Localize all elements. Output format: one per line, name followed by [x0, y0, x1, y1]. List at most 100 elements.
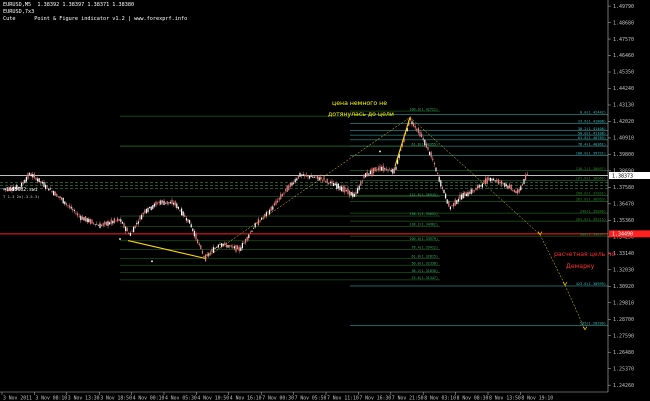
candle-body: [184, 215, 186, 217]
candle-body: [309, 175, 311, 179]
candle-body: [176, 203, 178, 208]
price-tick-label: 1.39800: [613, 152, 634, 158]
candle-body: [73, 210, 75, 212]
candle-body: [325, 180, 327, 182]
marker-dot: [151, 260, 153, 263]
price-chart[interactable]: 0.0(1.42442)23.6(1.41808)38.2(1.41408)50…: [0, 0, 650, 401]
candle-body: [126, 228, 128, 232]
candle-body: [285, 189, 287, 191]
fib-level-label: 261.8(1.36953): [576, 198, 606, 202]
time-tick-label: 3 Nov 08:10: [35, 396, 67, 401]
candle-body: [189, 219, 191, 224]
candle-body: [149, 206, 151, 208]
candle-body: [515, 191, 517, 193]
candle-body: [157, 203, 159, 205]
price-tick-label: 1.32030: [613, 267, 634, 273]
candle-body: [142, 212, 144, 215]
candle-body: [294, 179, 296, 183]
candle-body: [462, 192, 464, 199]
candle-body: [70, 206, 72, 209]
mid-fib-label: 100.0(1.33979): [409, 237, 438, 241]
mid-fib-label: 100.0(1.42721): [409, 107, 438, 111]
candle-body: [443, 189, 445, 194]
price-tick-label: 1.48680: [613, 20, 634, 26]
candle-body: [257, 219, 259, 226]
candle-body: [43, 182, 45, 187]
candle-body: [491, 178, 493, 181]
candle-body: [245, 239, 247, 243]
candle-body: [331, 181, 333, 184]
candle-body: [472, 189, 474, 193]
candle-body: [373, 167, 375, 173]
candle-body: [501, 180, 503, 185]
time-tick-label: 7 Nov 11:10: [327, 396, 359, 401]
candle-body: [115, 220, 117, 222]
candle-body: [278, 197, 280, 200]
candle-body: [136, 223, 138, 225]
candle-body: [40, 181, 42, 183]
candle-body: [505, 184, 507, 187]
price-tick-label: 1.35360: [613, 218, 634, 224]
fib-level-label: 61.8(1.40785): [578, 136, 606, 140]
candle-body: [198, 243, 200, 245]
candle-body: [302, 174, 304, 176]
candle-body: [341, 186, 343, 192]
annotation-top-line2: дотянулась до цели: [328, 111, 394, 118]
candle-body: [121, 222, 123, 224]
chart-window[interactable]: EURUSD,M5 1.38392 1.38397 1.38371 1.3838…: [0, 0, 650, 401]
candle-body: [275, 200, 277, 205]
marker-dot: [119, 238, 121, 240]
candle-body: [518, 188, 520, 193]
candle-body: [366, 171, 368, 177]
candle-body: [437, 172, 439, 174]
time-tick-label: 4 Nov 10:50: [197, 396, 229, 401]
candle-body: [177, 206, 179, 209]
candle-body: [53, 190, 55, 196]
projection-line-up: [204, 117, 411, 259]
candle-body: [69, 205, 71, 208]
candle-body: [433, 163, 435, 165]
candle-body: [350, 191, 352, 196]
candle-body: [57, 196, 59, 197]
candle-body: [377, 167, 379, 170]
candle-body: [485, 178, 487, 185]
annotation-right-line2: Демарку: [566, 263, 595, 270]
candle-body: [155, 201, 157, 206]
candle-body: [251, 230, 253, 232]
candle-body: [288, 185, 290, 190]
candle-body: [305, 174, 307, 177]
time-tick-label: 7 Nov 00:30: [262, 396, 294, 401]
price-tick-label: 1.42020: [613, 119, 634, 125]
candle-body: [440, 180, 442, 187]
candle-body: [353, 193, 355, 197]
candle-body: [65, 203, 67, 205]
annotation-right-line1: расчетная цель по: [554, 251, 615, 258]
fib-level-label: 50.0(1.41108): [578, 131, 606, 135]
time-tick-label: 7 Nov 05:50: [295, 396, 327, 401]
candle-body: [465, 193, 467, 197]
candle-body: [235, 245, 237, 252]
candle-body: [187, 219, 189, 223]
candle-body: [337, 183, 339, 189]
candle-body: [486, 177, 488, 184]
candle-body: [86, 218, 88, 223]
candle-body: [129, 232, 131, 236]
candle-body: [481, 183, 483, 188]
mid-fib-label: 23.6(1.31347): [411, 276, 438, 280]
candle-body: [299, 172, 301, 177]
candle-body: [449, 206, 451, 210]
annotation-top-line1: цена немного не: [332, 100, 387, 107]
candle-body: [165, 202, 167, 204]
candle-body: [315, 176, 317, 178]
candle-body: [461, 194, 463, 200]
candle-body: [427, 147, 429, 150]
candle-body: [59, 196, 61, 198]
price-tick-label: 1.36470: [613, 202, 634, 208]
fib-level-label: 300(1.34297): [580, 232, 606, 236]
candle-body: [37, 178, 39, 182]
candle-body: [454, 199, 456, 206]
candle-body: [105, 221, 107, 226]
fib-level-label: 200.0(1.37031): [576, 192, 606, 196]
candle-body: [41, 181, 43, 184]
candle-body: [369, 170, 371, 175]
